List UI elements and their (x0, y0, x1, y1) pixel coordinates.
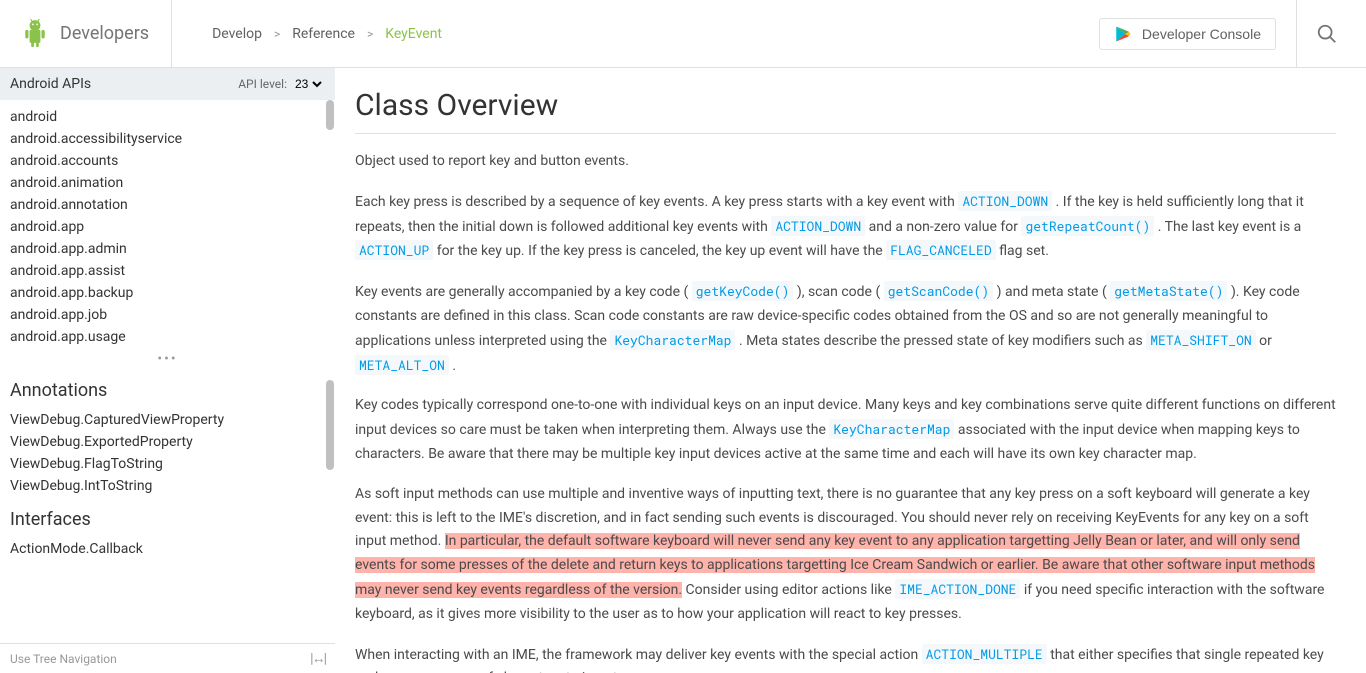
crumb-reference[interactable]: Reference (292, 26, 355, 42)
scrollbar[interactable] (325, 100, 335, 645)
code-meta-alt-on[interactable]: META_ALT_ON (355, 355, 449, 375)
paragraph-intro: Object used to report key and button eve… (355, 150, 1336, 174)
sidebar-item-annotation[interactable]: android.annotation (0, 194, 335, 216)
code-ime-action-done[interactable]: IME_ACTION_DONE (895, 579, 1020, 599)
code-action-down[interactable]: ACTION_DOWN (771, 216, 865, 236)
sidebar-item-accessibilityservice[interactable]: android.accessibilityservice (0, 128, 335, 150)
sidebar-bottom-bar: Use Tree Navigation |↔| (0, 643, 335, 673)
page-title: Class Overview (355, 88, 1336, 134)
crumb-develop[interactable]: Develop (212, 26, 262, 42)
tree-nav-toggle[interactable]: Use Tree Navigation (10, 652, 117, 666)
brand-block[interactable]: Developers (0, 0, 172, 67)
code-meta-shift-on[interactable]: META_SHIFT_ON (1146, 330, 1255, 350)
brand-text: Developers (60, 23, 149, 44)
developer-console-button[interactable]: Developer Console (1099, 18, 1276, 50)
crumb-keyevent[interactable]: KeyEvent (385, 26, 442, 42)
code-flag-canceled[interactable]: FLAG_CANCELED (886, 240, 995, 260)
paragraph-codes: Key events are generally accompanied by … (355, 280, 1336, 378)
code-action-multiple[interactable]: ACTION_MULTIPLE (922, 644, 1047, 664)
scroll-thumb[interactable] (326, 380, 334, 470)
code-getscancode[interactable]: getScanCode() (884, 281, 993, 301)
main-layout: Android APIs API level: 23 android andro… (0, 68, 1366, 673)
sidebar-item-app-admin[interactable]: android.app.admin (0, 238, 335, 260)
search-icon (1316, 23, 1338, 45)
paragraph-sequence: Each key press is described by a sequenc… (355, 190, 1336, 264)
expand-icon[interactable]: |↔| (310, 650, 325, 667)
code-action-up[interactable]: ACTION_UP (355, 240, 433, 260)
drag-handle-icon[interactable]: ••• (0, 354, 335, 364)
paragraph-ime: When interacting with an IME, the framew… (355, 643, 1336, 673)
chevron-right-icon: > (274, 27, 280, 41)
paragraph-softinput: As soft input methods can use multiple a… (355, 483, 1336, 627)
sidebar-item-app[interactable]: android.app (0, 216, 335, 238)
code-getmetastate[interactable]: getMetaState() (1110, 281, 1227, 301)
code-getkeycode[interactable]: getKeyCode() (692, 281, 794, 301)
api-title: Android APIs (10, 76, 91, 92)
top-header: Developers Develop > Reference > KeyEven… (0, 0, 1366, 68)
list-item[interactable]: ViewDebug.IntToString (0, 475, 335, 497)
api-level-selector[interactable]: API level: 23 (238, 76, 325, 92)
code-keycharactermap[interactable]: KeyCharacterMap (610, 330, 735, 350)
code-keycharactermap[interactable]: KeyCharacterMap (829, 419, 954, 439)
sidebar-item-app-assist[interactable]: android.app.assist (0, 260, 335, 282)
search-button[interactable] (1296, 0, 1356, 68)
annotations-heading: Annotations (0, 368, 335, 409)
sidebar-item-android[interactable]: android (0, 106, 335, 128)
paragraph-mapping: Key codes typically correspond one-to-on… (355, 394, 1336, 466)
api-level-label: API level: (238, 77, 287, 91)
interfaces-heading: Interfaces (0, 497, 335, 538)
dev-console-label: Developer Console (1142, 26, 1261, 42)
content-area: Class Overview Object used to report key… (335, 68, 1366, 673)
play-store-icon (1114, 25, 1132, 43)
sidebar-item-app-job[interactable]: android.app.job (0, 304, 335, 326)
sidebar-item-animation[interactable]: android.animation (0, 172, 335, 194)
sidebar-item-app-backup[interactable]: android.app.backup (0, 282, 335, 304)
scroll-thumb[interactable] (326, 100, 334, 130)
android-icon (22, 19, 48, 49)
breadcrumb: Develop > Reference > KeyEvent (172, 26, 1099, 42)
list-item[interactable]: ActionMode.Callback (0, 538, 335, 560)
list-item[interactable]: ViewDebug.FlagToString (0, 453, 335, 475)
api-header: Android APIs API level: 23 (0, 68, 335, 100)
code-action-down[interactable]: ACTION_DOWN (958, 191, 1052, 211)
package-list[interactable]: android android.accessibilityservice and… (0, 100, 335, 354)
header-right: Developer Console (1099, 0, 1366, 68)
api-level-select[interactable]: 23 (291, 76, 325, 92)
sidebar: Android APIs API level: 23 android andro… (0, 68, 335, 673)
misc-list[interactable]: Annotations ViewDebug.CapturedViewProper… (0, 364, 335, 643)
chevron-right-icon: > (367, 27, 373, 41)
list-item[interactable]: ViewDebug.ExportedProperty (0, 431, 335, 453)
list-item[interactable]: ViewDebug.CapturedViewProperty (0, 409, 335, 431)
sidebar-item-accounts[interactable]: android.accounts (0, 150, 335, 172)
sidebar-item-app-usage[interactable]: android.app.usage (0, 326, 335, 348)
code-getrepeatcount[interactable]: getRepeatCount() (1021, 216, 1154, 236)
